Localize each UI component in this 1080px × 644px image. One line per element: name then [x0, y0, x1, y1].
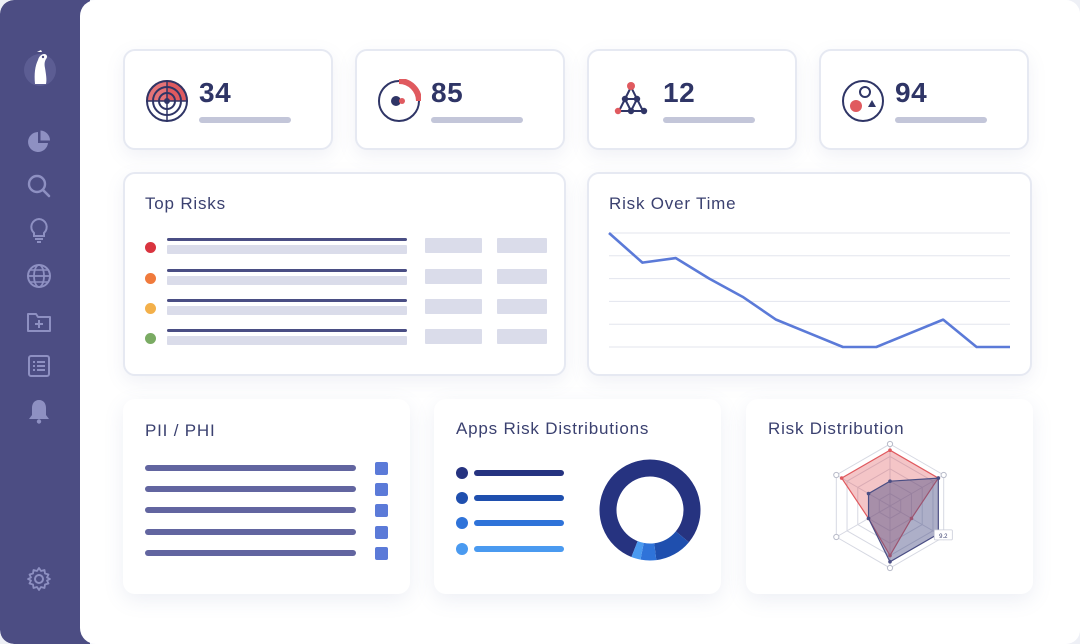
donut-slice [640, 542, 657, 561]
severity-dot [145, 273, 156, 284]
stat-card-risk[interactable]: 34 [123, 49, 333, 150]
series-line [608, 232, 1010, 349]
stat-value: 12 [663, 77, 696, 108]
app-frame: 34 85 12 94 Top Risks Risk Over Time PII… [0, 0, 1080, 644]
stat-bar [431, 117, 523, 123]
donut-chart [599, 459, 701, 561]
severity-dot [145, 303, 156, 314]
bell-icon[interactable] [26, 398, 52, 424]
stat-bar [895, 117, 987, 123]
gear-icon[interactable] [26, 566, 52, 592]
stat-value: 94 [895, 77, 928, 108]
stat-bar [663, 117, 755, 123]
radar-tooltip: 9.2 [933, 529, 953, 541]
severity-dot [145, 242, 156, 253]
donut-slice [631, 541, 644, 560]
risk-row[interactable] [145, 299, 555, 319]
list-item[interactable] [145, 483, 389, 496]
lightbulb-icon[interactable] [26, 217, 52, 243]
gauge-ring-icon [378, 79, 421, 122]
globe-icon[interactable] [26, 263, 52, 289]
list-item[interactable] [145, 547, 389, 560]
radar-point [936, 476, 941, 480]
pii-phi-card: PII / PHI [123, 399, 410, 594]
risk-row[interactable] [145, 238, 555, 258]
list-item[interactable] [145, 526, 389, 539]
radar-target-icon [146, 80, 188, 122]
stat-card-network[interactable]: 12 [587, 49, 797, 150]
list-item[interactable] [145, 462, 389, 475]
shapes-icon [842, 80, 884, 122]
radar-axis-point [833, 533, 840, 541]
apps-risk-card: Apps Risk Distributions [434, 399, 721, 594]
stat-card-score[interactable]: 85 [355, 49, 565, 150]
folder-add-icon[interactable] [26, 309, 52, 335]
radar-axis-point [940, 471, 947, 479]
radar-axis-point [886, 564, 894, 572]
list-icon[interactable] [26, 353, 52, 379]
list-item[interactable] [145, 504, 389, 517]
tooltip-text: 9.2 [939, 534, 948, 540]
radar-point [866, 516, 871, 521]
radar-point [866, 491, 871, 496]
radar-point [888, 448, 892, 452]
radar-axis-point [886, 440, 894, 448]
risk-over-time-card: Risk Over Time [587, 172, 1032, 376]
radar-point [888, 560, 892, 564]
risk-row[interactable] [145, 269, 555, 289]
donut-slice [653, 530, 689, 561]
radar-axis-point [833, 471, 840, 479]
radar-chart: 9.2 [833, 440, 953, 572]
stat-card-shapes[interactable]: 94 [819, 49, 1029, 150]
pie-chart-icon[interactable] [26, 129, 52, 155]
risk-distribution-card: Risk Distribution 9.2 [746, 399, 1033, 594]
radar-point [888, 479, 892, 483]
stat-bar [199, 117, 291, 123]
card-title: PII / PHI [145, 421, 216, 440]
severity-dot [145, 333, 156, 344]
top-risks-card: Top Risks [123, 172, 566, 376]
search-icon[interactable] [26, 173, 52, 199]
risk-row[interactable] [145, 329, 555, 349]
radar-point [839, 476, 844, 480]
line-chart [608, 232, 1010, 349]
meerkat-logo-icon[interactable] [22, 44, 58, 88]
card-title: Top Risks [145, 194, 226, 213]
sidebar [0, 0, 90, 644]
network-graph-icon [614, 82, 648, 115]
stat-value: 85 [431, 77, 464, 108]
stat-value: 34 [199, 77, 232, 108]
